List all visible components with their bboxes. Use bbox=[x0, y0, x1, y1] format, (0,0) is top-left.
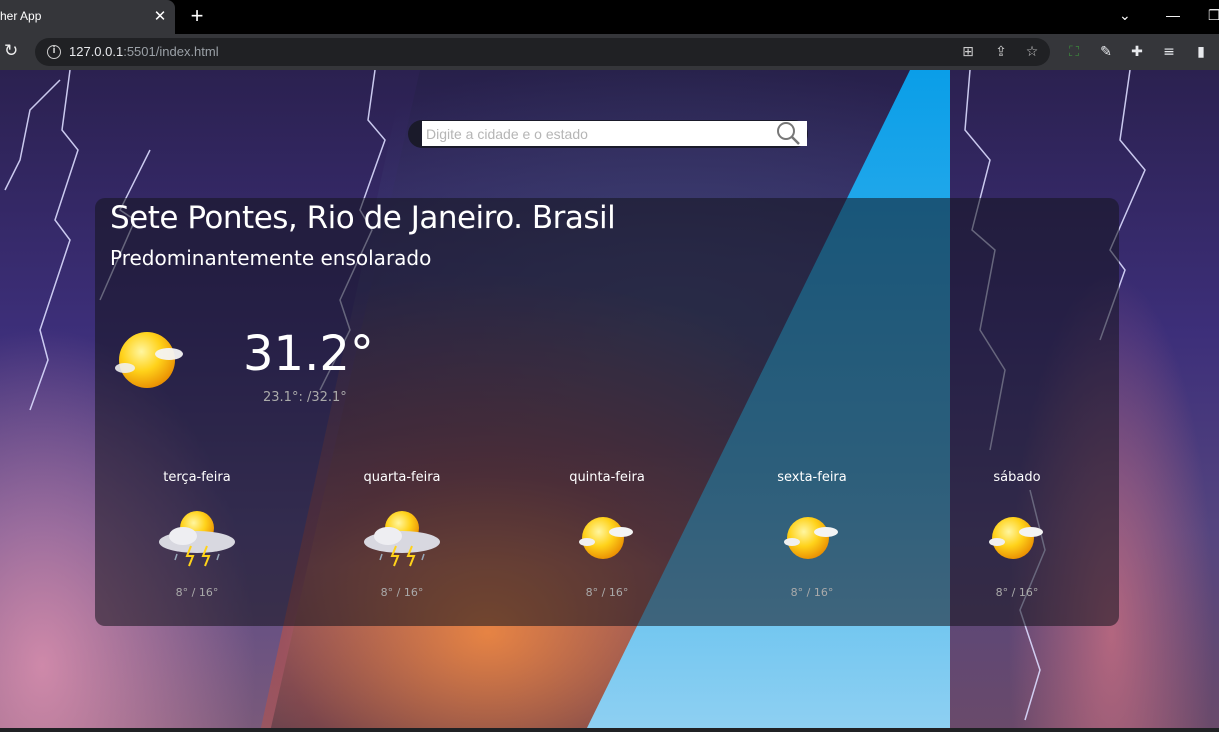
bookmark-star-icon[interactable]: ☆ bbox=[1023, 43, 1041, 61]
forecast-day: quarta-feira 8° / 16° bbox=[322, 470, 482, 610]
forecast-day: sábado 8° / 16° bbox=[937, 470, 1097, 610]
chevron-down-icon[interactable]: ⌄ bbox=[1119, 7, 1131, 24]
url-path: :5501/index.html bbox=[123, 44, 219, 59]
sun-cloud-icon bbox=[989, 517, 1043, 559]
browser-toolbar: ↻ i 127.0.0.1:5501/index.html ⊞ ⇪ ☆ ⛶ ✎ … bbox=[0, 34, 1219, 70]
side-panel-icon[interactable]: ▮ bbox=[1192, 43, 1210, 61]
forecast-day-name: quarta-feira bbox=[363, 470, 441, 485]
page-viewport: Sete Pontes, Rio de Janeiro. Brasil Pred… bbox=[0, 70, 1219, 732]
forecast-day: quinta-feira 8° / 16° bbox=[527, 470, 687, 610]
tab-title: her App bbox=[0, 9, 42, 23]
media-list-icon[interactable]: ≡ bbox=[1160, 43, 1178, 61]
browser-tab[interactable]: her App ✕ bbox=[0, 0, 175, 34]
restore-icon[interactable]: ❐ bbox=[1208, 7, 1219, 24]
city-search-input[interactable] bbox=[422, 121, 807, 146]
forecast-day-range: 8° / 16° bbox=[175, 586, 219, 599]
status-strip bbox=[0, 728, 1219, 732]
extensions-puzzle-icon[interactable]: ✚ bbox=[1128, 43, 1146, 61]
forecast-day-range: 8° / 16° bbox=[585, 586, 629, 599]
forecast-day: terça-feira 8° / 16° bbox=[117, 470, 277, 610]
forecast-day-name: terça-feira bbox=[163, 470, 231, 485]
screen-capture-icon[interactable]: ⛶ bbox=[1065, 43, 1083, 61]
share-icon[interactable]: ⇪ bbox=[992, 43, 1010, 61]
forecast-day: sexta-feira 8° / 16° bbox=[732, 470, 892, 610]
weather-card: Sete Pontes, Rio de Janeiro. Brasil Pred… bbox=[95, 198, 1119, 626]
extension-pen-icon[interactable]: ✎ bbox=[1097, 43, 1115, 61]
close-tab-icon[interactable]: ✕ bbox=[152, 7, 168, 25]
forecast-day-name: quinta-feira bbox=[569, 470, 645, 485]
sun-cloud-icon bbox=[115, 332, 183, 388]
new-tab-button[interactable]: + bbox=[187, 5, 207, 27]
city-name: Sete Pontes, Rio de Janeiro. Brasil bbox=[110, 200, 616, 236]
minimize-icon[interactable]: — bbox=[1166, 7, 1180, 23]
forecast-day-range: 8° / 16° bbox=[380, 586, 424, 599]
reload-icon[interactable]: ↻ bbox=[4, 41, 22, 61]
info-icon[interactable]: i bbox=[47, 45, 61, 59]
thunderstorm-icon bbox=[159, 511, 235, 567]
search-bar bbox=[408, 120, 808, 148]
weather-description: Predominantemente ensolarado bbox=[110, 246, 432, 270]
forecast-day-name: sábado bbox=[993, 470, 1041, 485]
sun-cloud-icon bbox=[579, 517, 633, 559]
sun-cloud-icon bbox=[784, 517, 838, 559]
forecast-list: terça-feira 8° / 16° quarta-feira 8° / 1… bbox=[95, 470, 1119, 610]
url-host: 127.0.0.1 bbox=[69, 44, 124, 59]
forecast-day-range: 8° / 16° bbox=[790, 586, 834, 599]
min-max-temperature: 23.1°: /32.1° bbox=[263, 390, 347, 405]
address-bar[interactable]: i 127.0.0.1:5501/index.html ⊞ ⇪ ☆ bbox=[35, 38, 1050, 66]
tab-bar: her App ✕ + ⌄ — ❐ bbox=[0, 0, 1219, 34]
translate-icon[interactable]: ⊞ bbox=[959, 43, 977, 61]
forecast-day-name: sexta-feira bbox=[777, 470, 847, 485]
url-text[interactable]: 127.0.0.1:5501/index.html bbox=[69, 44, 219, 59]
search-icon[interactable] bbox=[772, 121, 804, 146]
forecast-day-range: 8° / 16° bbox=[995, 586, 1039, 599]
current-temperature: 31.2° bbox=[243, 326, 374, 382]
thunderstorm-icon bbox=[364, 511, 440, 567]
